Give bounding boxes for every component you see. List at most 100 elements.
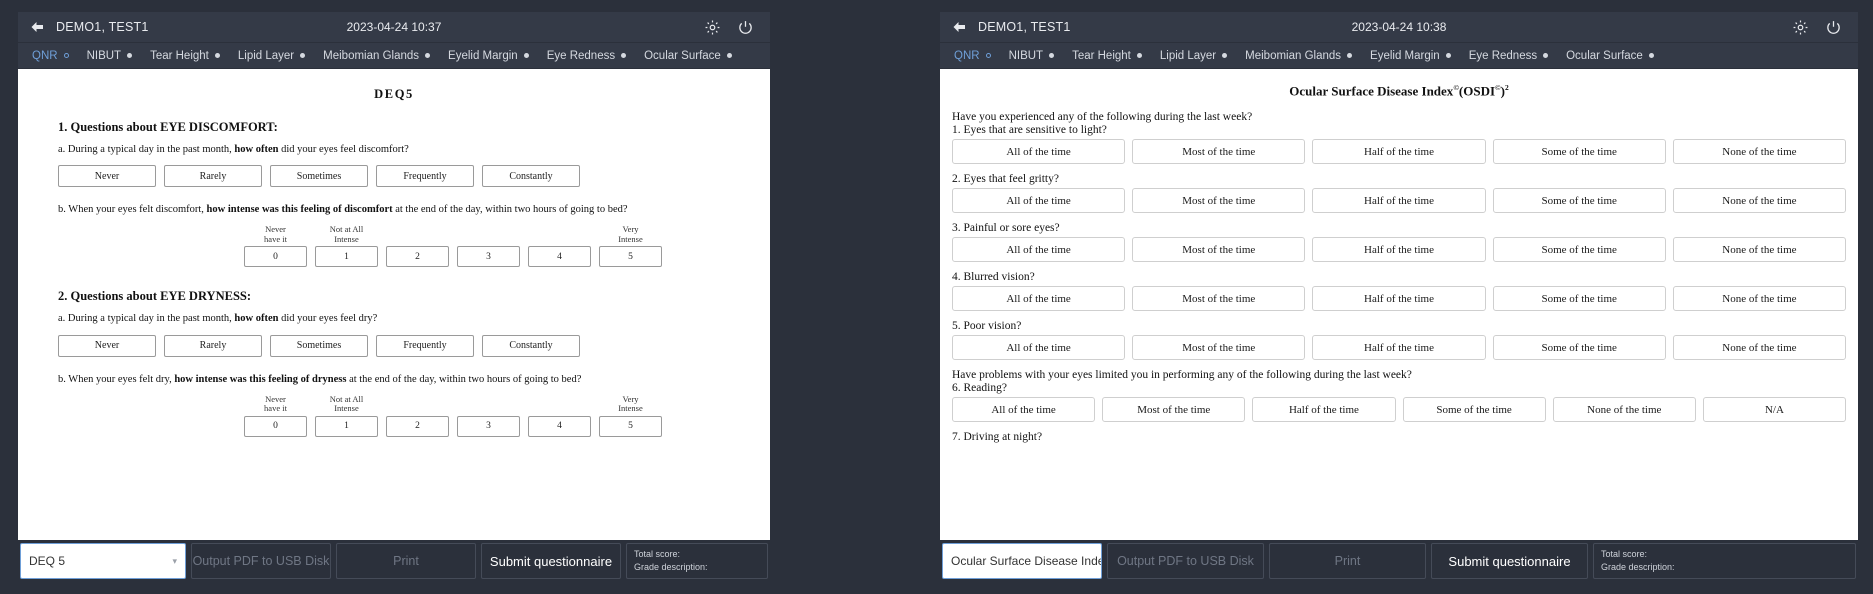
option-button[interactable]: Some of the time [1492,139,1666,165]
option-button[interactable]: Constantly [482,334,580,357]
option-button[interactable]: All of the time [952,237,1126,263]
status-dot-icon [523,53,529,58]
tab-tear-height[interactable]: Tear Height [1072,50,1151,62]
option-button[interactable]: Sometimes [270,334,368,357]
scale-button[interactable]: 1 [315,415,378,437]
tab-eyelid-margin[interactable]: Eyelid Margin [448,50,538,62]
option-button[interactable]: Frequently [376,334,474,357]
scale-button[interactable]: 2 [386,415,449,437]
submit-questionnaire-button[interactable]: Submit questionnaire [481,543,621,579]
option-button[interactable]: Most of the time [1132,139,1306,165]
option-button[interactable]: Most of the time [1132,237,1306,263]
tab-qnr[interactable]: QNR [954,50,1000,62]
option-button[interactable]: Half of the time [1312,237,1486,263]
tab-eye-redness[interactable]: Eye Redness [547,50,635,62]
scale-button[interactable]: 5 [599,246,662,268]
question-4-options: All of the time Most of the time Half of… [952,286,1847,312]
tab-qnr[interactable]: QNR [32,50,78,62]
option-button[interactable]: Rarely [164,165,262,188]
print-button[interactable]: Print [1269,543,1426,579]
option-button[interactable]: All of the time [952,139,1126,165]
option-button[interactable]: Most of the time [1132,188,1306,214]
gear-icon[interactable] [1792,19,1809,36]
submit-questionnaire-button[interactable]: Submit questionnaire [1431,543,1588,579]
output-pdf-button[interactable]: Output PDF to USB Disk [1107,543,1264,579]
tab-eye-redness[interactable]: Eye Redness [1469,50,1557,62]
tab-ocular-surface[interactable]: Ocular Surface [1566,50,1663,62]
option-button[interactable]: Half of the time [1252,397,1396,423]
back-button[interactable] [940,21,978,33]
tab-lipid-layer[interactable]: Lipid Layer [238,50,314,62]
status-dot-icon [425,53,431,58]
gear-icon[interactable] [704,19,721,36]
option-button[interactable]: Some of the time [1492,237,1666,263]
back-button[interactable] [18,21,56,33]
grade-description-label: Grade description: [634,561,708,572]
tab-lipid-layer[interactable]: Lipid Layer [1160,50,1236,62]
option-button[interactable]: Frequently [376,165,474,188]
tab-eyelid-margin[interactable]: Eyelid Margin [1370,50,1460,62]
power-icon[interactable] [737,19,754,36]
option-button[interactable]: None of the time [1672,335,1847,361]
right-app-window: DEMO1, TEST1 2023-04-24 10:38 QNR NIBUT … [940,12,1858,582]
option-button[interactable]: Constantly [482,165,580,188]
option-button[interactable]: Most of the time [1132,286,1306,312]
option-button[interactable]: None of the time [1552,397,1696,423]
scale-button[interactable]: 5 [599,415,662,437]
option-button[interactable]: Some of the time [1402,397,1546,423]
power-icon[interactable] [1825,19,1842,36]
option-button[interactable]: Half of the time [1312,188,1486,214]
option-button[interactable]: Never [58,165,156,188]
option-button[interactable]: Half of the time [1312,286,1486,312]
option-button[interactable]: Some of the time [1492,286,1666,312]
tab-meibomian-glands[interactable]: Meibomian Glands [1245,50,1361,62]
q-prefix: a. During a typical day in the past mont… [58,144,235,155]
option-button[interactable]: Half of the time [1312,139,1486,165]
question-5-label: 5. Poor vision? [952,320,1022,333]
option-button[interactable]: Most of the time [1132,335,1306,361]
status-dot-icon [1543,53,1549,58]
tab-ocular-surface[interactable]: Ocular Surface [644,50,741,62]
option-button[interactable]: None of the time [1672,286,1847,312]
option-button[interactable]: None of the time [1672,237,1847,263]
tab-label: QNR [954,49,980,62]
option-button[interactable]: Rarely [164,334,262,357]
option-button[interactable]: Some of the time [1492,188,1666,214]
scale-button[interactable]: 0 [244,415,307,437]
option-button[interactable]: None of the time [1672,188,1847,214]
tab-meibomian-glands[interactable]: Meibomian Glands [323,50,439,62]
scale-button[interactable]: 0 [244,246,307,268]
scale-label [528,395,591,415]
left-measurement-tabs: QNR NIBUT Tear Height Lipid Layer Meibom… [18,43,770,69]
scale-button[interactable]: 2 [386,246,449,268]
option-button[interactable]: All of the time [952,286,1126,312]
option-button[interactable]: Half of the time [1312,335,1486,361]
q-suffix: did your eyes feel dry? [278,313,378,325]
option-button[interactable]: All of the time [952,335,1126,361]
tab-nibut[interactable]: NIBUT [87,50,142,62]
status-dot-icon [214,53,220,58]
questionnaire-select-value: Ocular Surface Disease Index©(O [951,554,1101,568]
option-button[interactable]: Most of the time [1102,397,1246,423]
tab-tear-height[interactable]: Tear Height [150,50,229,62]
scale-button[interactable]: 4 [528,246,591,268]
option-button[interactable]: All of the time [952,188,1126,214]
scale-button[interactable]: 1 [315,246,378,268]
tab-nibut[interactable]: NIBUT [1009,50,1064,62]
print-button[interactable]: Print [336,543,476,579]
left-bottom-toolbar: DEQ 5 ▾ Output PDF to USB Disk Print Sub… [18,540,770,582]
scale-button[interactable]: 3 [457,415,520,437]
option-button[interactable]: Some of the time [1492,335,1666,361]
option-button[interactable]: All of the time [952,397,1096,423]
scale-button[interactable]: 4 [528,415,591,437]
questionnaire-select[interactable]: DEQ 5 ▾ [20,543,186,579]
output-pdf-button[interactable]: Output PDF to USB Disk [191,543,331,579]
scale-button[interactable]: 3 [457,246,520,268]
option-button[interactable]: Sometimes [270,165,368,188]
q-emphasis: how intense was this feeling of discomfo… [206,204,393,216]
option-button-na[interactable]: N/A [1702,397,1847,423]
questionnaire-select[interactable]: Ocular Surface Disease Index©(O ▾ [942,543,1102,579]
q-suffix: at the end of the day, within two hours … [392,204,628,216]
option-button[interactable]: Never [58,334,156,357]
option-button[interactable]: None of the time [1672,139,1847,165]
